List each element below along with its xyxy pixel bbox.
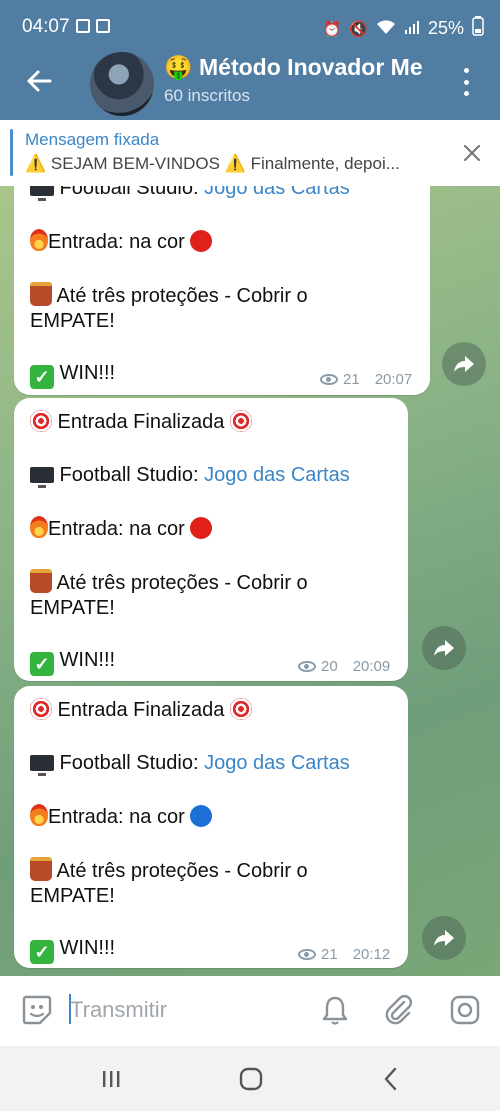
view-count: 21 (343, 371, 360, 388)
message-meta: 20 20:09 (298, 658, 390, 675)
view-count: 21 (321, 946, 338, 963)
message-time: 20:12 (352, 946, 391, 963)
message-title-line: Entrada Finalizada (30, 698, 252, 722)
game-link[interactable]: Jogo das Cartas (204, 186, 350, 199)
check-icon: ✓ (30, 365, 54, 389)
monitor-icon (30, 755, 54, 776)
status-time: 04:07 (22, 16, 70, 37)
target-icon (229, 410, 252, 432)
close-icon[interactable] (462, 143, 482, 163)
message-meta: 21 20:12 (298, 946, 390, 963)
mute-icon: 🔇 (349, 20, 368, 38)
back-arrow-icon[interactable] (24, 66, 54, 96)
alarm-icon: ⏰ (322, 20, 342, 38)
pinned-message[interactable]: Mensagem fixada ⚠️ SEJAM BEM-VINDOS ⚠️ F… (0, 120, 500, 186)
battery-percent: 25% (427, 18, 464, 38)
fire-icon (30, 229, 48, 251)
target-icon (30, 698, 52, 720)
input-bar (0, 976, 500, 1046)
eye-icon (298, 661, 316, 672)
monitor-icon (30, 186, 54, 201)
pinned-title: Mensagem fixada (25, 130, 160, 149)
message-protection-line-2: EMPATE! (30, 597, 115, 619)
forward-icon[interactable] (442, 342, 486, 386)
message-bubble[interactable]: Entrada Finalizada Football Studio: Jogo… (14, 686, 408, 968)
message-protection-line: Até três proteções - Cobrir o (30, 857, 308, 883)
eye-icon (320, 374, 338, 385)
message-entry-line: Entrada: na cor (30, 229, 213, 254)
message-bubble[interactable]: Entrada Finalizada Football Studio: Jogo… (14, 398, 408, 681)
message-result-line: ✓ WIN!!! (30, 936, 115, 964)
status-notification-icons (76, 19, 110, 33)
more-vertical-icon[interactable] (458, 68, 474, 96)
message-result-line: ✓ WIN!!! (30, 361, 115, 389)
message-protection-line: Até três proteções - Cobrir o (30, 282, 308, 308)
chat-area[interactable]: Football Studio: Jogo das Cartas Entrada… (0, 186, 500, 976)
channel-title[interactable]: 🤑 Método Inovador Me (164, 54, 434, 81)
target-icon (30, 410, 52, 432)
message-entry-line: Entrada: na cor (30, 804, 213, 829)
notification-icon (96, 19, 110, 33)
signal-icon (404, 19, 420, 39)
back-icon[interactable] (374, 1062, 408, 1096)
forward-icon[interactable] (422, 626, 466, 670)
channel-subscribers: 60 inscritos (164, 86, 250, 105)
message-game-line: Football Studio: Jogo das Cartas (30, 186, 350, 201)
message-result-line: ✓ WIN!!! (30, 648, 115, 676)
vest-icon (30, 569, 52, 593)
message-time: 20:09 (352, 658, 391, 675)
message-bubble[interactable]: Football Studio: Jogo das Cartas Entrada… (14, 186, 430, 395)
red-circle-icon (190, 517, 213, 539)
red-circle-icon (190, 230, 213, 252)
message-input[interactable] (70, 994, 290, 1026)
check-icon: ✓ (30, 940, 54, 964)
channel-avatar[interactable] (90, 52, 154, 116)
fire-icon (30, 804, 48, 826)
recents-icon[interactable] (94, 1062, 128, 1096)
message-game-line: Football Studio: Jogo das Cartas (30, 751, 350, 776)
paperclip-icon[interactable] (382, 993, 416, 1027)
home-icon[interactable] (234, 1062, 268, 1096)
message-time: 20:07 (374, 371, 413, 388)
battery-icon (472, 16, 484, 41)
message-title-line: Entrada Finalizada (30, 410, 252, 434)
message-entry-line: Entrada: na cor (30, 516, 213, 541)
view-count: 20 (321, 658, 338, 675)
check-icon: ✓ (30, 652, 54, 676)
message-meta: 21 20:07 (320, 371, 412, 388)
pinned-indicator (10, 129, 13, 176)
gallery-icon (76, 19, 90, 33)
message-game-line: Football Studio: Jogo das Cartas (30, 463, 350, 488)
game-link[interactable]: Jogo das Cartas (204, 752, 350, 774)
message-protection-line-2: EMPATE! (30, 885, 115, 907)
message-protection-line: Até três proteções - Cobrir o (30, 569, 308, 595)
pinned-text: ⚠️ SEJAM BEM-VINDOS ⚠️ Finalmente, depoi… (25, 154, 400, 173)
message-protection-line-2: EMPATE! (30, 310, 115, 332)
wifi-icon (376, 19, 396, 39)
vest-icon (30, 857, 52, 881)
fire-icon (30, 516, 48, 538)
system-nav-bar (0, 1046, 500, 1111)
forward-icon[interactable] (422, 916, 466, 960)
vest-icon (30, 282, 52, 306)
camera-icon[interactable] (448, 993, 482, 1027)
channel-header: 🤑 Método Inovador Me 60 inscritos (0, 52, 500, 120)
status-bar: 04:07 ⏰ 🔇 25% (0, 0, 500, 56)
bell-icon[interactable] (318, 993, 352, 1027)
status-right-group: ⏰ 🔇 25% (323, 16, 484, 41)
target-icon (229, 698, 252, 720)
blue-circle-icon (190, 805, 213, 827)
eye-icon (298, 949, 316, 960)
monitor-icon (30, 467, 54, 488)
sticker-icon[interactable] (20, 993, 54, 1027)
game-link[interactable]: Jogo das Cartas (204, 464, 350, 486)
